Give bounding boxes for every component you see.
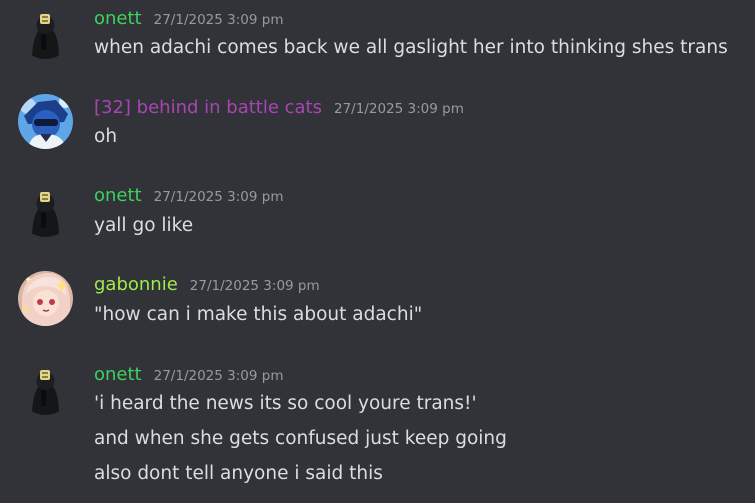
dark-figure-icon: [18, 360, 73, 415]
chat-message: onett 27/1/2025 3:09 pm yall go like: [0, 176, 755, 256]
timestamp[interactable]: 27/1/2025 3:09 pm: [154, 12, 284, 28]
avatar-battle-cats[interactable]: [18, 94, 73, 149]
dark-figure-icon: [18, 4, 73, 59]
chat-message: gabonnie 27/1/2025 3:09 pm "how can i ma…: [0, 264, 755, 344]
timestamp[interactable]: 27/1/2025 3:09 pm: [190, 278, 320, 294]
chat-message: onett 27/1/2025 3:09 pm 'i heard the new…: [0, 354, 755, 503]
avatar-gabonnie[interactable]: [18, 271, 73, 326]
timestamp[interactable]: 27/1/2025 3:09 pm: [334, 101, 464, 117]
timestamp[interactable]: 27/1/2025 3:09 pm: [154, 189, 284, 205]
avatar-onett[interactable]: [18, 4, 73, 59]
message-text: oh: [94, 126, 118, 147]
message-text: when adachi comes back we all gaslight h…: [94, 37, 728, 58]
username[interactable]: onett: [94, 185, 142, 206]
avatar-onett[interactable]: [18, 360, 73, 415]
username[interactable]: onett: [94, 364, 142, 385]
timestamp[interactable]: 27/1/2025 3:09 pm: [154, 368, 284, 384]
username[interactable]: [32] behind in battle cats: [94, 97, 322, 118]
message-text: "how can i make this about adachi": [94, 304, 423, 325]
anime-girl-icon: [18, 271, 73, 326]
chat-message: [32] behind in battle cats 27/1/2025 3:0…: [0, 88, 755, 168]
blue-character-icon: [18, 94, 73, 149]
username[interactable]: onett: [94, 8, 142, 29]
username[interactable]: gabonnie: [94, 274, 178, 295]
message-text: also dont tell anyone i said this: [94, 463, 383, 484]
dark-figure-icon: [18, 182, 73, 237]
message-text: 'i heard the news its so cool youre tran…: [94, 393, 477, 414]
avatar-onett[interactable]: [18, 182, 73, 237]
chat-message: onett 27/1/2025 3:09 pm when adachi come…: [0, 0, 755, 80]
message-text: and when she gets confused just keep goi…: [94, 428, 507, 449]
chat-message-list: onett 27/1/2025 3:09 pm when adachi come…: [0, 0, 755, 503]
message-text: yall go like: [94, 215, 194, 236]
